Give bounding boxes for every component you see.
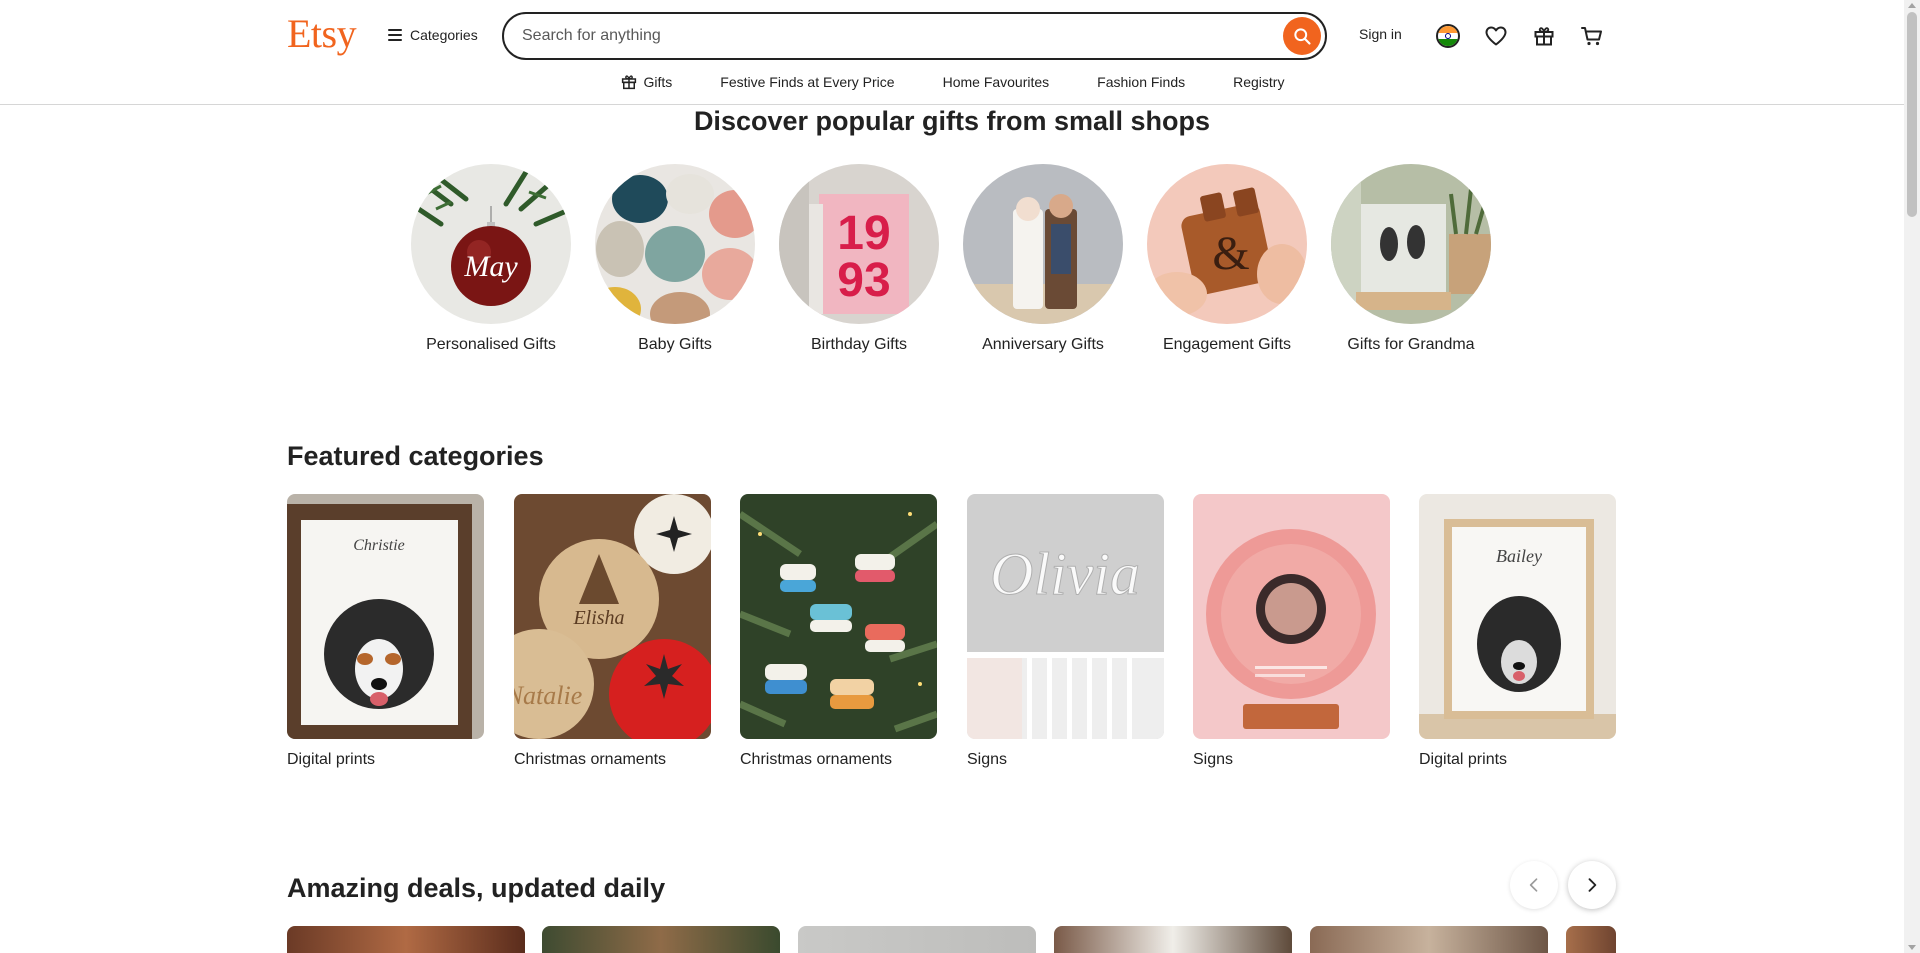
subnav-fashion-finds[interactable]: Fashion Finds [1073,70,1209,94]
subnav-home-favourites[interactable]: Home Favourites [919,70,1074,94]
svg-text:May: May [463,250,518,283]
featured-category-card[interactable]: Elisha Natalie Christmas ornaments [514,494,711,769]
gift-category-label: Anniversary Gifts [982,336,1104,353]
page-scrollbar[interactable] [1904,0,1920,953]
featured-category-label: Signs [1193,751,1234,768]
subnav-label: Home Favourites [942,74,1050,90]
featured-category-label: Digital prints [287,751,376,768]
site-header: Etsy Categories Sign in Gifts Festive Fi… [0,0,1904,105]
birthday-gift-image: 19 93 [779,164,939,324]
baby-gift-image [595,164,755,324]
subnav-label: Festive Finds at Every Price [720,74,895,90]
deals-heading: Amazing deals, updated daily [287,873,666,903]
search-button[interactable] [1283,17,1321,55]
name-sign-image: Olivia [967,494,1164,739]
subnav-label: Registry [1233,74,1285,90]
gift-mode-button[interactable] [1528,20,1560,52]
gift-category-label: Gifts for Grandma [1347,336,1475,353]
gift-category-label: Birthday Gifts [810,336,908,353]
chevron-right-icon [1588,878,1597,892]
gift-category-label: Personalised Gifts [426,336,556,353]
gift-category-label: Engagement Gifts [1162,336,1292,353]
featured-category-card[interactable]: Signs [1193,494,1390,769]
subnav-label: Gifts [643,74,673,90]
svg-text:93: 93 [837,254,890,307]
wooden-ornaments-image: Elisha Natalie [514,494,711,739]
scroll-down-arrow-icon[interactable] [1908,945,1916,950]
featured-category-label: Digital prints [1419,751,1508,768]
featured-category-label: Signs [967,751,1008,768]
deal-card[interactable] [542,926,780,953]
gift-category-baby[interactable]: Baby Gifts [595,164,755,354]
chevron-left-icon [1529,878,1538,892]
india-flag-icon [1436,24,1460,48]
carousel-prev-button[interactable] [1510,861,1558,909]
svg-text:Christie: Christie [353,537,405,554]
gift-category-grandma[interactable]: Gifts for Grandma [1331,164,1491,354]
etsy-logo[interactable]: Etsy [287,10,357,57]
popular-gifts-heading: Discover popular gifts from small shops [693,106,1211,136]
deal-card[interactable] [798,926,1036,953]
heart-icon [1485,26,1507,46]
featured-category-card[interactable]: Olivia Signs [967,494,1164,769]
anniversary-gift-image [963,164,1123,324]
featured-category-label: Christmas ornaments [514,751,667,768]
search-icon [1294,28,1311,45]
featured-category-card[interactable]: Bailey Digital prints [1419,494,1616,769]
svg-text:Olivia: Olivia [990,541,1140,607]
sign-in-link[interactable]: Sign in [1359,26,1402,42]
cart-button[interactable] [1576,20,1608,52]
region-button[interactable] [1432,20,1464,52]
dog-portrait-print-image: Christie [287,494,484,739]
gift-category-personalised[interactable]: May Personalised Gifts [411,164,571,354]
deal-card[interactable] [1566,926,1616,953]
carousel-next-button[interactable] [1568,861,1616,909]
subnav-registry[interactable]: Registry [1209,70,1308,94]
sub-navigation: Gifts Festive Finds at Every Price Home … [0,70,1904,94]
deal-card[interactable] [1310,926,1548,953]
svg-text:19: 19 [837,207,890,260]
search-bar [502,12,1327,60]
cart-icon [1581,27,1602,46]
subnav-gifts[interactable]: Gifts [596,70,697,94]
favourites-button[interactable] [1480,20,1512,52]
scrollbar-thumb[interactable] [1907,12,1917,217]
subnav-festive-finds[interactable]: Festive Finds at Every Price [696,70,918,94]
featured-category-card[interactable]: Christmas ornaments [740,494,937,769]
svg-text:Elisha: Elisha [572,607,624,629]
featured-category-label: Christmas ornaments [740,751,893,768]
svg-text:&: & [1212,227,1249,280]
acrylic-record-sign-image [1193,494,1390,739]
personalised-gift-image: May [411,164,571,324]
deal-card[interactable] [287,926,525,953]
featured-category-card[interactable]: Christie Digital prints [287,494,484,769]
categories-label: Categories [410,27,478,43]
scroll-up-arrow-icon[interactable] [1908,3,1916,8]
featured-categories-heading: Featured categories [287,441,544,471]
gift-icon [621,75,636,90]
hamburger-menu-icon [388,29,402,41]
gift-category-engagement[interactable]: & Engagement Gifts [1147,164,1307,354]
grandma-gift-image [1331,164,1491,324]
engagement-gift-image: & [1147,164,1307,324]
gift-category-birthday[interactable]: 19 93 Birthday Gifts [779,164,939,354]
gift-icon [1534,27,1554,46]
svg-text:Natalie: Natalie [514,681,582,710]
subnav-label: Fashion Finds [1097,74,1186,90]
dog-print-framed-image: Bailey [1419,494,1616,739]
svg-text:Bailey: Bailey [1496,546,1542,566]
bowl-ornaments-tree-image [740,494,937,739]
categories-button[interactable]: Categories [388,22,478,48]
gift-category-label: Baby Gifts [638,336,712,353]
deal-card[interactable] [1054,926,1292,953]
gift-category-anniversary[interactable]: Anniversary Gifts [963,164,1123,354]
search-input[interactable] [522,27,1283,45]
